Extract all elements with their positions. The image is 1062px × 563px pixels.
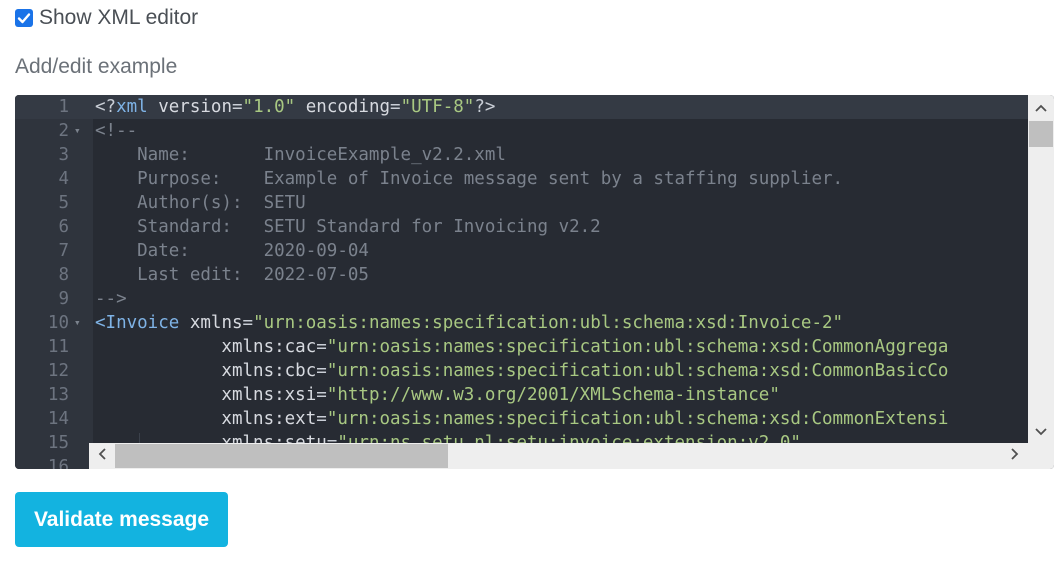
code-token: Purpose: Example of Invoice message sent… [95, 169, 844, 189]
code-token: xmlns:ext [95, 409, 317, 429]
line-number: 16 [47, 457, 69, 469]
line-number: 10 [47, 313, 69, 333]
horizontal-scroll-thumb[interactable] [115, 444, 448, 468]
line-number: 4 [58, 169, 69, 189]
line-number: 15 [47, 433, 69, 453]
code-text: Purpose: Example of Invoice message sent… [95, 167, 843, 191]
line-number: 12 [47, 361, 69, 381]
line-number: 3 [58, 145, 69, 165]
code-line[interactable]: 9 --> [15, 287, 1028, 311]
horizontal-scrollbar[interactable] [89, 443, 1028, 469]
code-line[interactable]: 13 xmlns:xsi="http://www.w3.org/2001/XML… [15, 383, 1028, 407]
code-token: "urn:oasis:names:specification:ubl:schem… [253, 313, 844, 333]
code-token: version [147, 97, 232, 117]
code-line[interactable]: 7 Date: 2020-09-04 [15, 239, 1028, 263]
code-line[interactable]: 1 <?xml version="1.0" encoding="UTF-8"?> [15, 95, 1028, 119]
code-token: = [316, 409, 327, 429]
line-number: 11 [47, 337, 69, 357]
code-token: = [316, 361, 327, 381]
scroll-up-icon[interactable] [1028, 97, 1054, 119]
show-xml-editor-row[interactable]: Show XML editor [15, 6, 198, 30]
code-line[interactable]: 2 ▾ <!-- [15, 119, 1028, 143]
code-line[interactable]: 8 Last edit: 2022-07-05 [15, 263, 1028, 287]
code-text: Last edit: 2022-07-05 [95, 263, 369, 287]
code-token: encoding [295, 97, 391, 117]
code-token: Date: 2020-09-04 [95, 241, 369, 261]
code-token: <? [95, 97, 117, 117]
code-token: "urn:oasis:names:specification:ubl:schem… [326, 361, 949, 381]
code-token: "UTF-8" [400, 97, 475, 117]
code-line[interactable]: 10 ▾ <Invoice xmlns="urn:oasis:names:speci… [15, 311, 1028, 335]
code-token: "http://www.w3.org/2001/XMLSchema-instan… [326, 385, 780, 405]
code-token: Name: InvoiceExample_v2.2.xml [95, 145, 506, 165]
fold-toggle-icon[interactable]: ▾ [74, 311, 86, 335]
code-text: xmlns:cbc="urn:oasis:names:specification… [95, 359, 948, 383]
scroll-right-icon[interactable] [1004, 443, 1026, 469]
xml-code-editor[interactable]: 1 <?xml version="1.0" encoding="UTF-8"?> 2… [15, 95, 1054, 469]
line-number: 13 [47, 385, 69, 405]
code-text: <!-- [95, 119, 137, 143]
code-text: xmlns:cac="urn:oasis:names:specification… [95, 335, 948, 359]
vertical-scrollbar[interactable] [1028, 95, 1054, 469]
code-token: xml [116, 97, 148, 117]
line-number: 1 [58, 97, 69, 117]
code-text: <?xml version="1.0" encoding="UTF-8"?> [95, 95, 495, 119]
validate-message-button[interactable]: Validate message [15, 492, 228, 547]
vertical-scroll-thumb[interactable] [1029, 121, 1053, 147]
code-line[interactable]: 3 Name: InvoiceExample_v2.2.xml [15, 143, 1028, 167]
code-token: = [390, 97, 401, 117]
code-token: xmlns [179, 313, 243, 333]
code-token: = [242, 313, 254, 333]
line-number: 2 [58, 121, 69, 141]
code-token: "1.0" [242, 97, 296, 117]
fold-toggle-icon[interactable]: ▾ [74, 119, 86, 143]
code-token: ?> [474, 97, 496, 117]
code-token: xmlns:cac [95, 337, 317, 357]
code-token: "urn:oasis:names:specification:ubl:schem… [326, 409, 949, 429]
add-edit-example-label: Add/edit example [15, 55, 178, 78]
code-token: "urn:oasis:names:specification:ubl:schem… [326, 337, 949, 357]
code-token: --> [95, 289, 127, 309]
code-line[interactable]: 14 xmlns:ext="urn:oasis:names:specificat… [15, 407, 1028, 431]
code-token: = [316, 385, 327, 405]
code-area[interactable]: 1 <?xml version="1.0" encoding="UTF-8"?> 2… [15, 95, 1028, 469]
code-token: Standard: SETU Standard for Invoicing v2… [95, 217, 601, 237]
line-number: 8 [58, 265, 69, 285]
line-number: 5 [58, 193, 69, 213]
line-number: 9 [58, 289, 69, 309]
code-token: <Invoice [95, 313, 180, 333]
code-token: = [316, 337, 327, 357]
scroll-down-icon[interactable] [1028, 421, 1054, 443]
code-text: Standard: SETU Standard for Invoicing v2… [95, 215, 601, 239]
show-xml-editor-checkbox[interactable] [15, 9, 33, 27]
code-token: Last edit: 2022-07-05 [95, 265, 369, 285]
code-token: xmlns:xsi [95, 385, 317, 405]
checkmark-icon [17, 13, 31, 24]
code-text: --> [95, 287, 127, 311]
code-text: Author(s): SETU [95, 191, 306, 215]
code-text: Date: 2020-09-04 [95, 239, 369, 263]
code-token: Author(s): SETU [95, 193, 306, 213]
scroll-left-icon[interactable] [91, 443, 113, 469]
code-line[interactable]: 6 Standard: SETU Standard for Invoicing … [15, 215, 1028, 239]
code-text: xmlns:ext="urn:oasis:names:specification… [95, 407, 948, 431]
code-token: <!-- [95, 121, 138, 141]
code-line[interactable]: 4 Purpose: Example of Invoice message se… [15, 167, 1028, 191]
code-text: xmlns:xsi="http://www.w3.org/2001/XMLSch… [95, 383, 780, 407]
code-line[interactable]: 11 xmlns:cac="urn:oasis:names:specificat… [15, 335, 1028, 359]
code-token: xmlns:cbc [95, 361, 317, 381]
code-text: Name: InvoiceExample_v2.2.xml [95, 143, 506, 167]
line-number: 7 [58, 241, 69, 261]
code-line[interactable]: 5 Author(s): SETU [15, 191, 1028, 215]
line-number: 6 [58, 217, 69, 237]
show-xml-editor-label[interactable]: Show XML editor [39, 6, 198, 30]
code-text: <Invoice xmlns="urn:oasis:names:specific… [95, 311, 843, 335]
code-token: = [231, 97, 243, 117]
line-number: 14 [47, 409, 69, 429]
code-line[interactable]: 12 xmlns:cbc="urn:oasis:names:specificat… [15, 359, 1028, 383]
